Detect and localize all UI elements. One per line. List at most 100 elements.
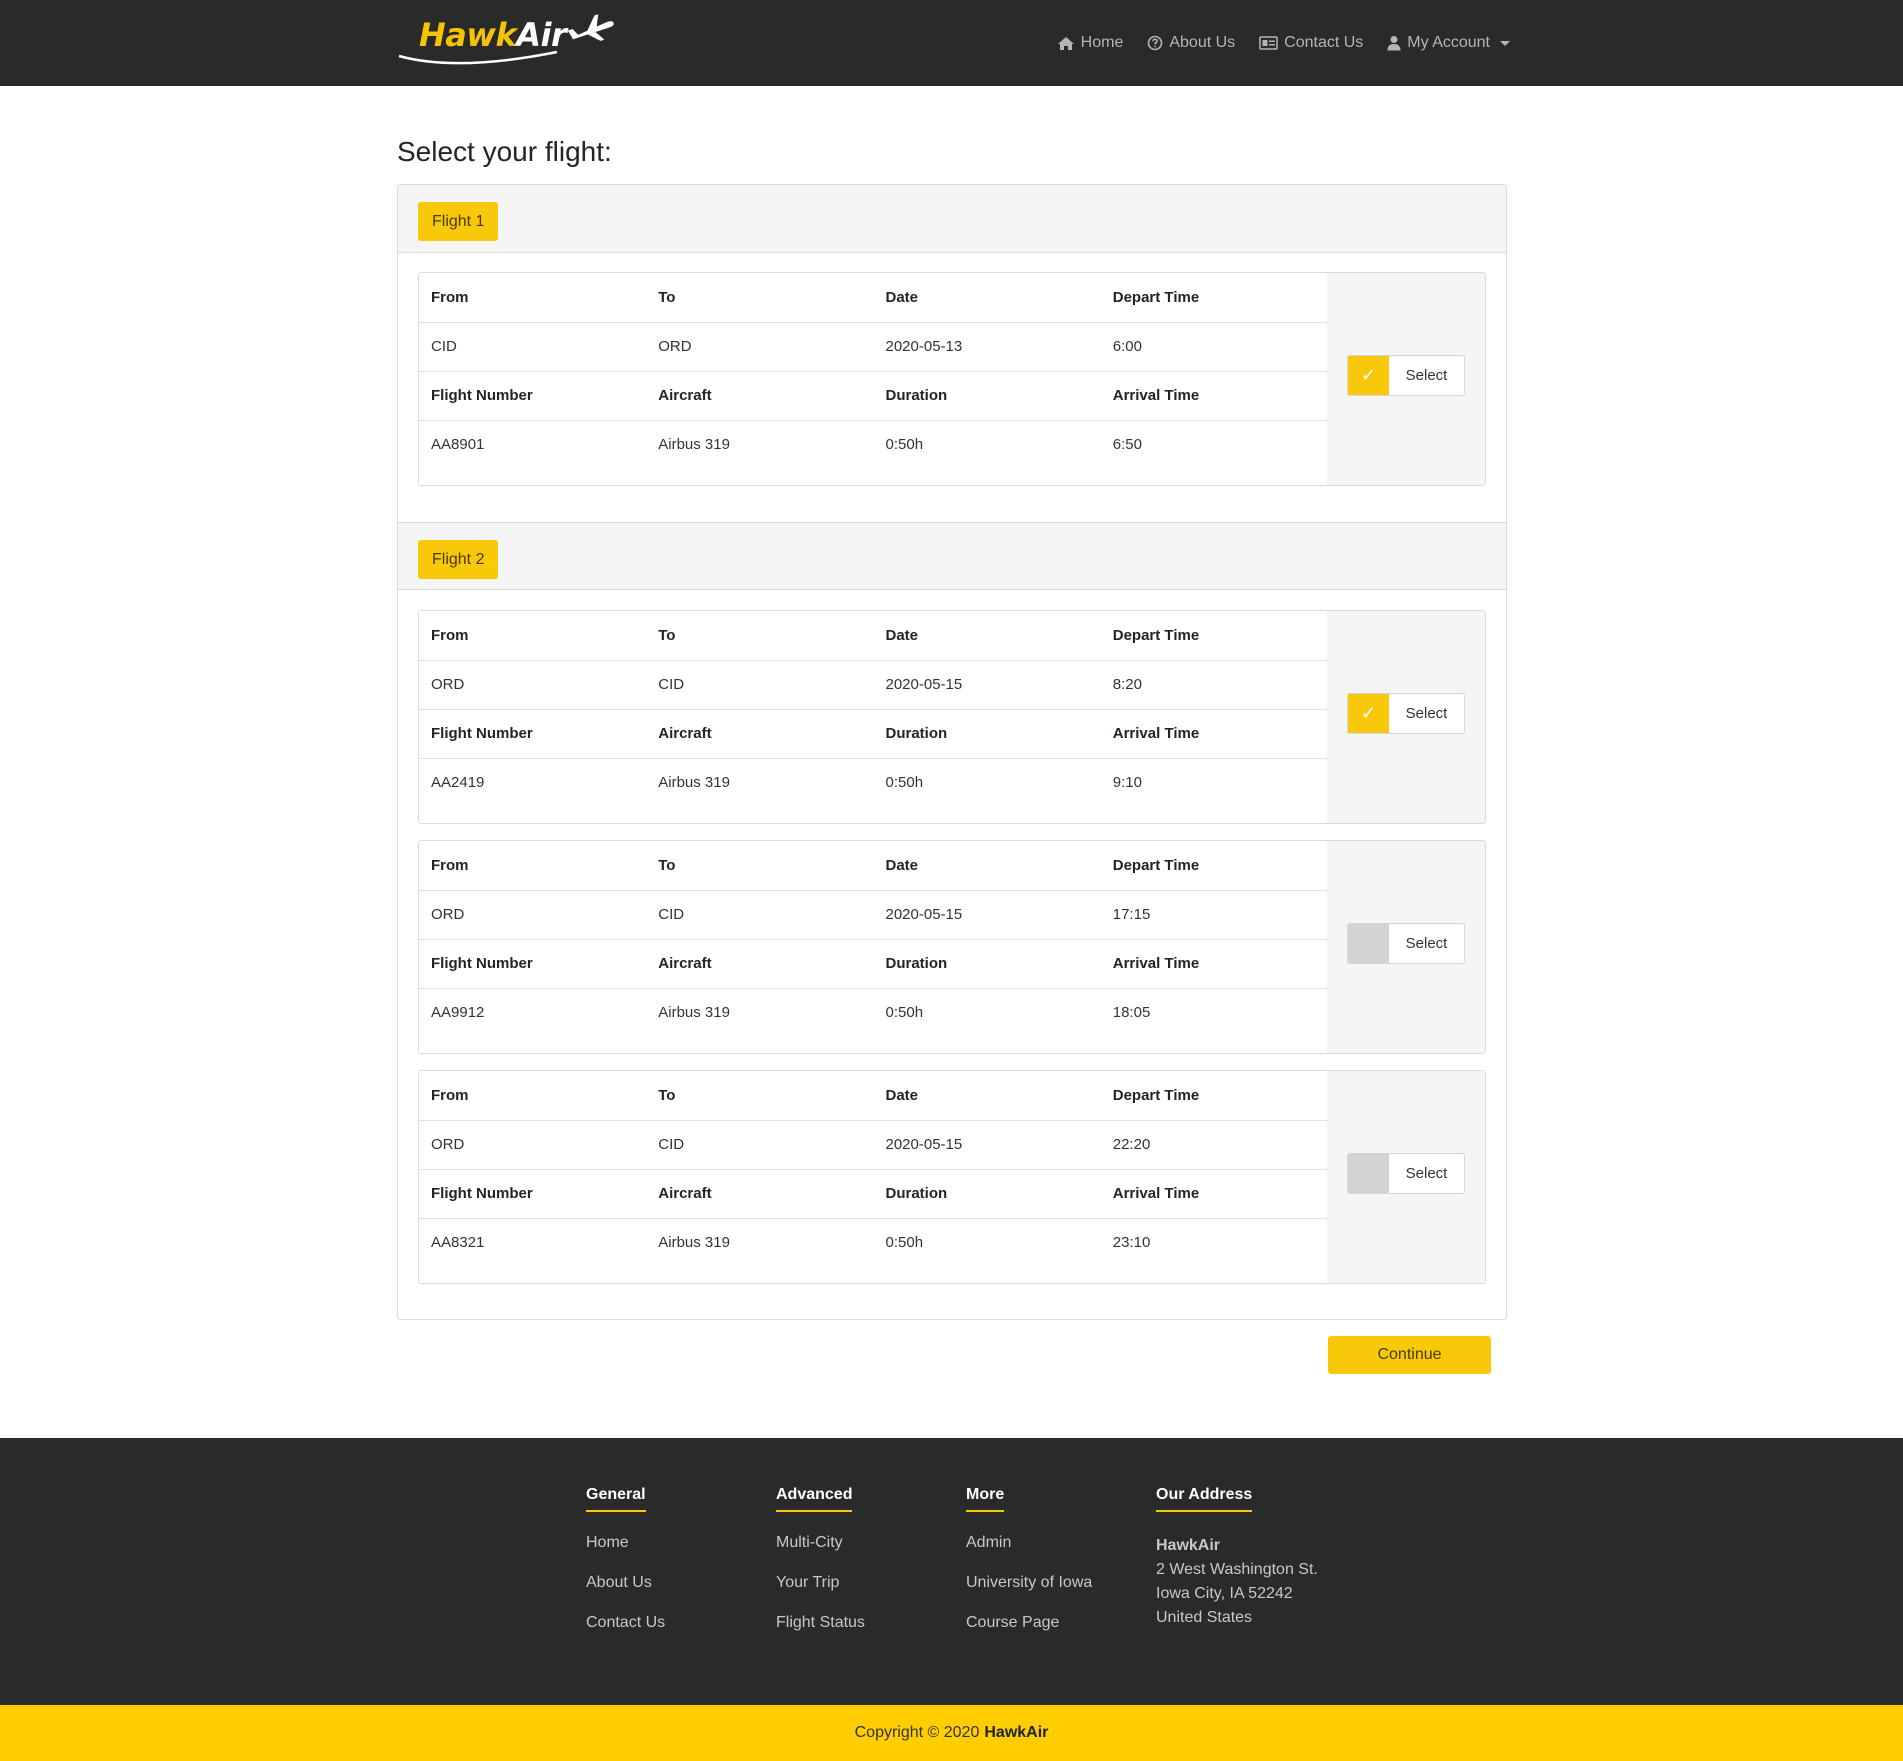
page-title: Select your flight: — [397, 136, 612, 167]
nav-contact[interactable]: Contact Us — [1259, 34, 1363, 52]
label-date: Date — [885, 288, 919, 306]
value-duration: 0:50h — [873, 419, 1101, 469]
label-aircraft: Aircraft — [646, 1168, 874, 1218]
user-icon — [1387, 36, 1401, 51]
value-date: 2020-05-15 — [873, 889, 1101, 939]
label-arrival-time: Arrival Time — [1100, 938, 1328, 988]
label-duration: Duration — [873, 1168, 1101, 1218]
nav-about[interactable]: About Us — [1147, 34, 1235, 52]
footer-link-admin[interactable]: Admin — [966, 1534, 1156, 1574]
flight-details-table: From To Date Depart Time ORD CID 2020-05… — [419, 611, 1328, 807]
value-arrival-time: 18:05 — [1100, 987, 1328, 1037]
select-label: Select — [1405, 367, 1448, 384]
value-arrival-time: 6:50 — [1100, 419, 1328, 469]
select-panel: Select — [1327, 841, 1485, 1053]
home-icon — [1057, 36, 1074, 50]
nav-about-label: About Us — [1169, 34, 1236, 51]
footer-link-course-page[interactable]: Course Page — [966, 1614, 1156, 1654]
footer-link-university[interactable]: University of Iowa — [966, 1574, 1156, 1614]
value-date: 2020-05-15 — [873, 1119, 1101, 1169]
value-aircraft: Airbus 319 — [646, 419, 874, 469]
value-date: 2020-05-13 — [873, 321, 1101, 371]
value-from: ORD — [419, 889, 647, 939]
label-from: From — [431, 856, 469, 874]
label-from: From — [431, 1086, 469, 1104]
nav-account-label: My Account — [1407, 34, 1490, 51]
footer-link-about[interactable]: About Us — [586, 1574, 776, 1614]
label-from: From — [431, 288, 469, 306]
value-flight-number: AA8321 — [419, 1217, 647, 1267]
value-date: 2020-05-15 — [873, 659, 1101, 709]
address-name: HawkAir — [1156, 1537, 1221, 1554]
flight-details-table: From To Date Depart Time CID ORD 2020-05… — [419, 273, 1328, 469]
select-toggle-button[interactable]: Select — [1347, 1153, 1465, 1194]
value-to: ORD — [646, 321, 874, 371]
footer-link-multi-city[interactable]: Multi-City — [776, 1534, 966, 1574]
label-to: To — [658, 626, 676, 644]
footer-link-contact[interactable]: Contact Us — [586, 1614, 776, 1654]
value-depart-time: 22:20 — [1100, 1119, 1328, 1169]
select-toggle-button[interactable]: ✓ Select — [1347, 355, 1465, 396]
label-flight-number: Flight Number — [419, 1168, 647, 1218]
footer-link-flight-status[interactable]: Flight Status — [776, 1614, 966, 1654]
footer-link-home[interactable]: Home — [586, 1534, 776, 1574]
footer-link-your-trip[interactable]: Your Trip — [776, 1574, 966, 1614]
footer-heading: More — [966, 1486, 1005, 1512]
select-label: Select — [1405, 705, 1448, 722]
address-line3: United States — [1156, 1609, 1253, 1626]
label-flight-number: Flight Number — [419, 370, 647, 420]
navbar: HawkAir Home About Us Contact Us My Acco… — [0, 0, 1903, 86]
select-toggle-button[interactable]: ✓ Select — [1347, 693, 1465, 734]
select-toggle-button[interactable]: Select — [1347, 923, 1465, 964]
value-aircraft: Airbus 319 — [646, 987, 874, 1037]
label-aircraft: Aircraft — [646, 370, 874, 420]
value-arrival-time: 9:10 — [1100, 757, 1328, 807]
label-from: From — [431, 626, 469, 644]
label-depart-time: Depart Time — [1112, 288, 1200, 306]
value-from: ORD — [419, 659, 647, 709]
select-label: Select — [1405, 1165, 1448, 1182]
value-from: CID — [419, 321, 647, 371]
question-circle-icon — [1148, 35, 1163, 51]
checkmark-icon: ✓ — [1348, 356, 1389, 395]
label-date: Date — [885, 626, 919, 644]
main-nav: Home About Us Contact Us My Account — [1057, 0, 1510, 86]
footer-column-more: More Admin University of Iowa Course Pag… — [966, 1486, 1156, 1654]
nav-account-dropdown[interactable]: My Account — [1387, 34, 1510, 52]
copyright-text: Copyright © 2020 — [854, 1724, 980, 1741]
flight-group-badge: Flight 2 — [418, 540, 499, 579]
brand-logo[interactable]: HawkAir — [397, 14, 619, 70]
select-panel: Select — [1327, 1071, 1485, 1283]
checkmark-icon: ✓ — [1348, 694, 1389, 733]
label-arrival-time: Arrival Time — [1100, 370, 1328, 420]
nav-home-label: Home — [1080, 34, 1124, 51]
id-card-icon — [1259, 36, 1278, 50]
value-duration: 0:50h — [873, 757, 1101, 807]
label-date: Date — [885, 1086, 919, 1104]
value-duration: 0:50h — [873, 987, 1101, 1037]
copyright-bar: Copyright © 2020 HawkAir — [0, 1705, 1903, 1761]
label-duration: Duration — [873, 370, 1101, 420]
value-depart-time: 6:00 — [1100, 321, 1328, 371]
footer-address: HawkAir 2 West Washington St. Iowa City,… — [1156, 1534, 1346, 1630]
address-line1: 2 West Washington St. — [1156, 1561, 1318, 1578]
value-arrival-time: 23:10 — [1100, 1217, 1328, 1267]
nav-contact-label: Contact Us — [1284, 34, 1364, 51]
value-aircraft: Airbus 319 — [646, 757, 874, 807]
label-to: To — [658, 288, 676, 306]
label-arrival-time: Arrival Time — [1100, 1168, 1328, 1218]
value-depart-time: 8:20 — [1100, 659, 1328, 709]
label-flight-number: Flight Number — [419, 938, 647, 988]
label-depart-time: Depart Time — [1112, 856, 1200, 874]
continue-button[interactable]: Continue — [1328, 1336, 1491, 1374]
flight-option-card: From To Date Depart Time ORD CID 2020-05… — [418, 840, 1486, 1054]
select-label: Select — [1405, 935, 1448, 952]
flight-details-table: From To Date Depart Time ORD CID 2020-05… — [419, 1071, 1328, 1267]
footer-heading: General — [586, 1486, 646, 1512]
nav-home[interactable]: Home — [1057, 34, 1124, 52]
value-flight-number: AA8901 — [419, 419, 647, 469]
label-depart-time: Depart Time — [1112, 626, 1200, 644]
label-arrival-time: Arrival Time — [1100, 708, 1328, 758]
flight-selection-panel: Flight 1 From To Date Depart Time CID OR… — [397, 184, 1507, 1320]
value-from: ORD — [419, 1119, 647, 1169]
